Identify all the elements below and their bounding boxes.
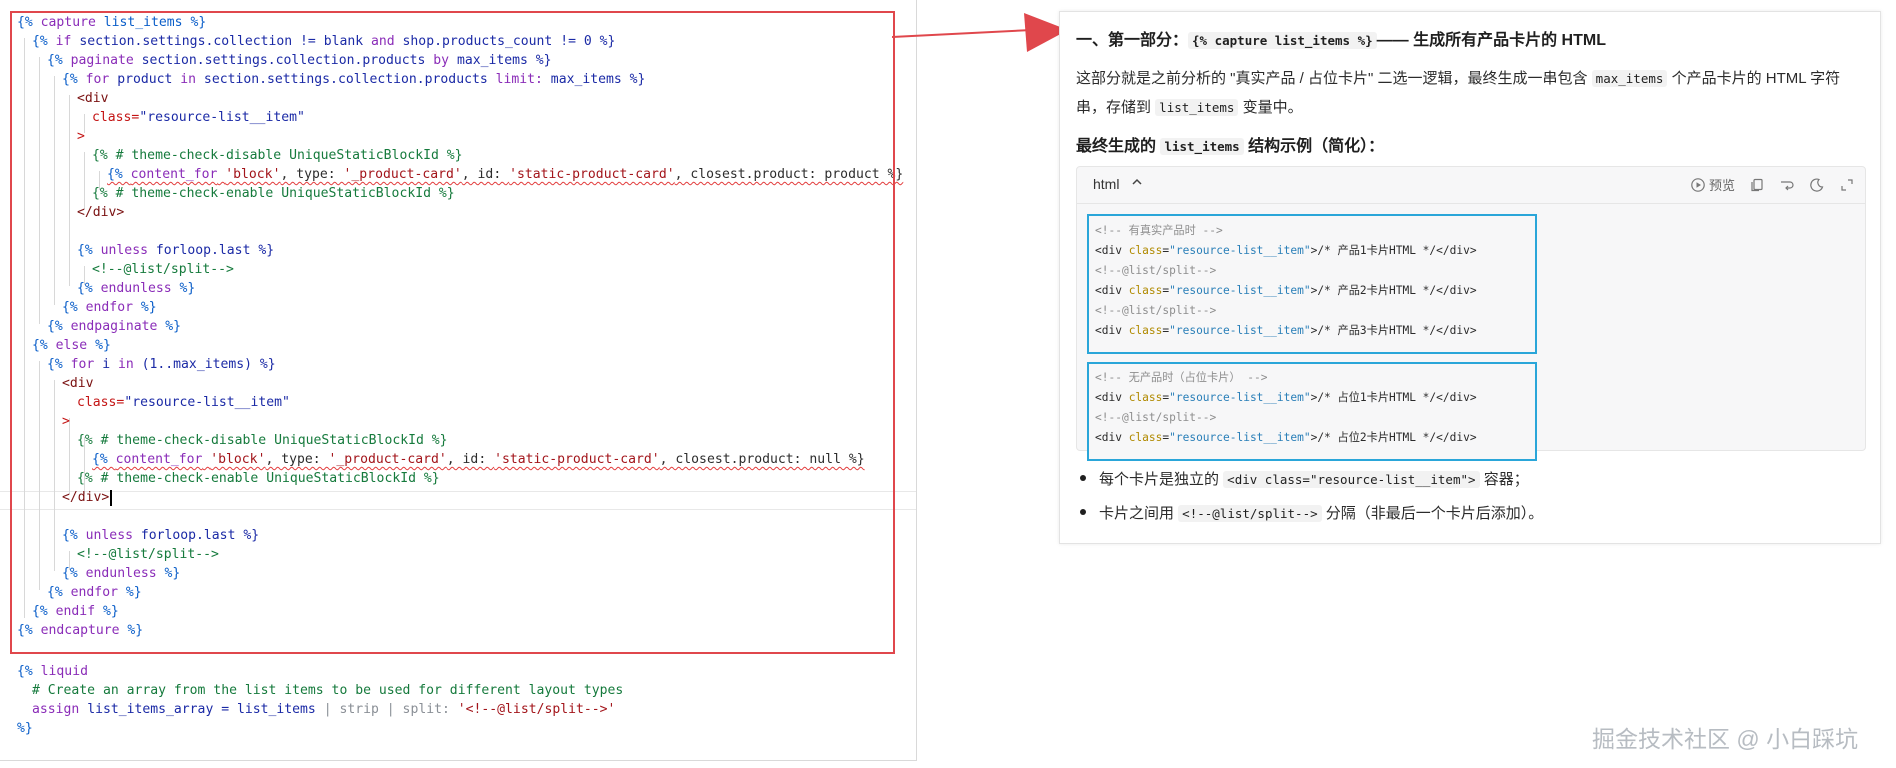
bullet-dot (1080, 509, 1086, 516)
preview-label: 预览 (1708, 178, 1735, 193)
bullet-dot (1080, 475, 1086, 482)
play-circle-icon (1691, 177, 1705, 192)
code-line-35: {% liquid (17, 664, 88, 679)
code-block-toolbar: 预览 (1690, 175, 1855, 194)
collapse-caret-icon[interactable] (1131, 176, 1143, 191)
snippet-comment: <!-- 无产品时（占位卡片） --> (1095, 371, 1268, 384)
snippet-line: <div class="resource-list__item">/* 占位2卡… (1095, 431, 1477, 444)
copy-button[interactable] (1749, 177, 1765, 193)
snippet-line: <div class="resource-list__item">/* 占位1卡… (1095, 391, 1477, 404)
bullet-item: 每个卡片是独立的 <div class="resource-list__item… (1076, 468, 1529, 489)
code-language-label[interactable]: html (1093, 176, 1119, 192)
snippet-split: <!--@list/split--> (1095, 264, 1217, 277)
explanation-panel: 一、第一部分： {% capture list_items %} —— 生成所有产品… (1059, 11, 1881, 544)
subsection-heading: 最终生成的 list_items 结构示例（简化）： (1076, 138, 1385, 155)
code-editor[interactable]: {% capture list_items %} {% if section.s… (0, 0, 917, 761)
theme-toggle-button[interactable] (1809, 177, 1825, 193)
snippet-real-products: <!-- 有真实产品时 --> <div class="resource-lis… (1087, 214, 1537, 354)
capture-highlight-box (10, 11, 895, 654)
watermark: 掘金技术社区 @ 小白踩坑 (1592, 726, 1859, 752)
copy-icon (1751, 178, 1763, 191)
preview-button[interactable]: 预览 (1690, 175, 1735, 194)
code-line-38: %} (17, 721, 33, 736)
wrap-icon (1781, 180, 1794, 190)
wrap-button[interactable] (1779, 177, 1795, 193)
section-title: 一、第一部分： {% capture list_items %} —— 生成所有产品… (1076, 32, 1606, 49)
snippet-placeholder-cards: <!-- 无产品时（占位卡片） --> <div class="resource… (1087, 362, 1537, 461)
pointer-arrow (892, 13, 1068, 52)
code-line-37: assign list_items_array = list_items | s… (32, 702, 616, 717)
fullscreen-button[interactable] (1839, 177, 1855, 193)
bullet-item: 卡片之间用 <!--@list/split--> 分隔（非最后一个卡片后添加）。 (1076, 502, 1543, 523)
moon-icon (1810, 177, 1824, 192)
code-block-header: html 预览 (1077, 167, 1865, 204)
snippet-line: <div class="resource-list__item">/* 产品3卡… (1095, 324, 1477, 337)
snippet-comment: <!-- 有真实产品时 --> (1095, 224, 1223, 237)
snippet-line: <div class="resource-list__item">/* 产品2卡… (1095, 284, 1477, 297)
expand-icon (1841, 178, 1853, 191)
code-block: html 预览 <!-- 有真实产品时 --> <div class="reso… (1076, 166, 1866, 461)
snippet-split: <!--@list/split--> (1095, 411, 1217, 424)
snippet-line: <div class="resource-list__item">/* 产品1卡… (1095, 244, 1477, 257)
code-line-36: # Create an array from the list items to… (32, 683, 624, 698)
section-paragraph: 这部分就是之前分析的 "真实产品 / 占位卡片" 二选一逻辑，最终生成一串包含 … (1076, 70, 1841, 116)
snippet-split: <!--@list/split--> (1095, 304, 1217, 317)
